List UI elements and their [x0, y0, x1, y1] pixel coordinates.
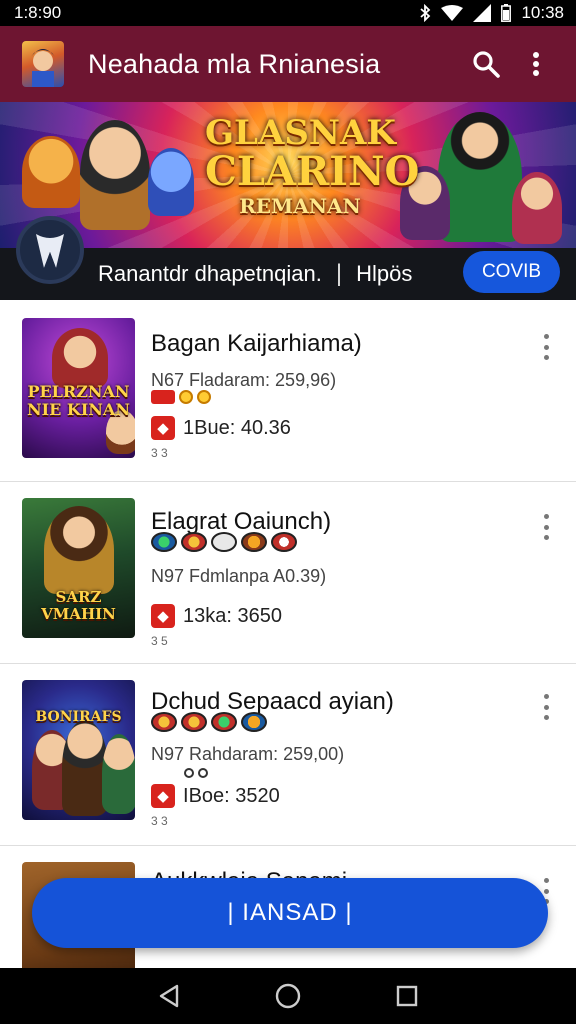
battery-icon [501, 4, 512, 22]
coin-icon [179, 390, 193, 404]
promo-text: Ranantdr dhapetnqian. [98, 261, 322, 286]
thumb-character [44, 506, 114, 594]
badge-icon [211, 532, 237, 552]
item-meta: N97 Fdmlanpa A0.39) [151, 566, 327, 586]
banner-character-hero [438, 112, 522, 242]
item-price: ◆ 1 3ka: 3650 [151, 604, 282, 628]
item-title[interactable]: Bagan Kaijarhiama) [151, 330, 362, 358]
badge-icon [241, 532, 267, 552]
banner-character-cat [80, 120, 150, 230]
thumb-label-line1: SARZ [55, 588, 102, 606]
badge-icon [211, 712, 237, 732]
badge-icon [151, 390, 175, 404]
coin-icon [198, 768, 208, 778]
promo-avatar-icon [16, 216, 84, 284]
thumb-label: SARZ VMAHIN [22, 590, 135, 622]
thumb-label: PELRZNAN NIE KINAN [22, 384, 135, 418]
list-item[interactable]: PELRZNAN NIE KINAN Bagan Kaijarhiama) N6… [0, 300, 576, 482]
bluetooth-icon [419, 4, 431, 22]
wifi-icon [441, 5, 464, 21]
item-badges [151, 532, 297, 552]
coin-icon [197, 390, 211, 404]
badge-icon [151, 532, 177, 552]
item-price: ◆ I Boe: 3520 [151, 784, 280, 808]
coin-icon [184, 768, 194, 778]
item-price-value: 3ka: 3650 [194, 604, 282, 627]
banner-character-wolf [148, 148, 194, 216]
more-vert-icon[interactable] [536, 334, 556, 360]
banner-character-right [512, 172, 562, 244]
navigation-bar [0, 968, 576, 1024]
banner-title-line2: CLARINO [205, 148, 420, 195]
app-logo-icon[interactable] [22, 41, 64, 87]
thumb-label-line1: BONIRAFS [35, 709, 122, 725]
game-thumbnail[interactable]: BONIRAFS [22, 680, 135, 820]
badge-icon [181, 712, 207, 732]
item-price-prefix: 1 [183, 604, 195, 627]
item-meta: N97 Rahdaram: 259,00) [151, 744, 345, 764]
price-icon: ◆ [151, 604, 175, 628]
promo-separator: | [335, 260, 343, 287]
badge-icon [271, 532, 297, 552]
list-item[interactable]: BONIRAFS Dchud Sepaacd ayian) N97 Rahdar… [0, 664, 576, 846]
promo-bar: Ranantdr dhapetnqian. | Hlpös COVIB [0, 216, 576, 300]
back-icon[interactable] [149, 976, 189, 1016]
item-sub: 3 3 [151, 814, 168, 828]
app-bar: Neahada mla Rnianesia [0, 26, 576, 102]
thumb-character [52, 328, 108, 388]
item-sub: 3 5 [151, 634, 168, 648]
badge-icon [181, 532, 207, 552]
item-badges [151, 712, 267, 732]
status-clock: 10:38 [521, 3, 564, 22]
banner-character-fox [22, 136, 80, 208]
more-vert-icon[interactable] [536, 694, 556, 720]
status-time: 1:8:90 [14, 3, 62, 22]
signal-icon [473, 4, 492, 22]
more-vert-icon[interactable] [514, 42, 558, 86]
thumb-character [102, 734, 135, 814]
item-price-prefix: 1 [183, 416, 195, 439]
item-badges [151, 390, 211, 404]
price-icon: ◆ [151, 416, 175, 440]
home-icon[interactable] [268, 976, 308, 1016]
item-price-value: Bue: 40.36 [194, 416, 291, 439]
status-bar: 1:8:90 10:38 [0, 0, 576, 26]
badge-icon [241, 712, 267, 732]
more-vert-icon[interactable] [536, 514, 556, 540]
app-title: Neahada mla Rnianesia [88, 48, 381, 79]
status-icons: 10:38 [419, 3, 564, 23]
game-thumbnail[interactable]: SARZ VMAHIN [22, 498, 135, 638]
item-badges-small [184, 768, 208, 778]
thumb-label-line1: PELRZNAN [27, 382, 130, 401]
promo-link[interactable]: Hlpös [356, 261, 412, 287]
thumb-label-line2: NIE KINAN [27, 400, 130, 419]
banner-title-line1: GLASNAK [205, 113, 396, 153]
item-sub: 3 3 [151, 446, 168, 460]
recents-icon[interactable] [387, 976, 427, 1016]
game-thumbnail[interactable]: PELRZNAN NIE KINAN [22, 318, 135, 458]
thumb-label-line2: VMAHIN [41, 605, 116, 623]
promo-banner[interactable]: GLASNAK CLARINO REMANAN [0, 102, 576, 248]
install-button[interactable]: | IANSAD | [32, 878, 548, 948]
search-icon[interactable] [464, 42, 508, 86]
item-price-value: Boe: 3520 [188, 784, 280, 807]
list-item[interactable]: SARZ VMAHIN Elagrat Oaiunch) N97 Fdmlanp… [0, 482, 576, 664]
promo-button[interactable]: COVIB [463, 251, 560, 293]
badge-icon [151, 712, 177, 732]
item-meta: N67 Fladaram: 259,96) [151, 370, 337, 390]
banner-title: GLASNAK CLARINO REMANAN [205, 113, 420, 218]
item-price: ◆ 1 Bue: 40.36 [151, 416, 291, 440]
thumb-label: BONIRAFS [22, 710, 135, 724]
price-icon: ◆ [151, 784, 175, 808]
banner-title-line3: REMANAN [239, 194, 361, 218]
